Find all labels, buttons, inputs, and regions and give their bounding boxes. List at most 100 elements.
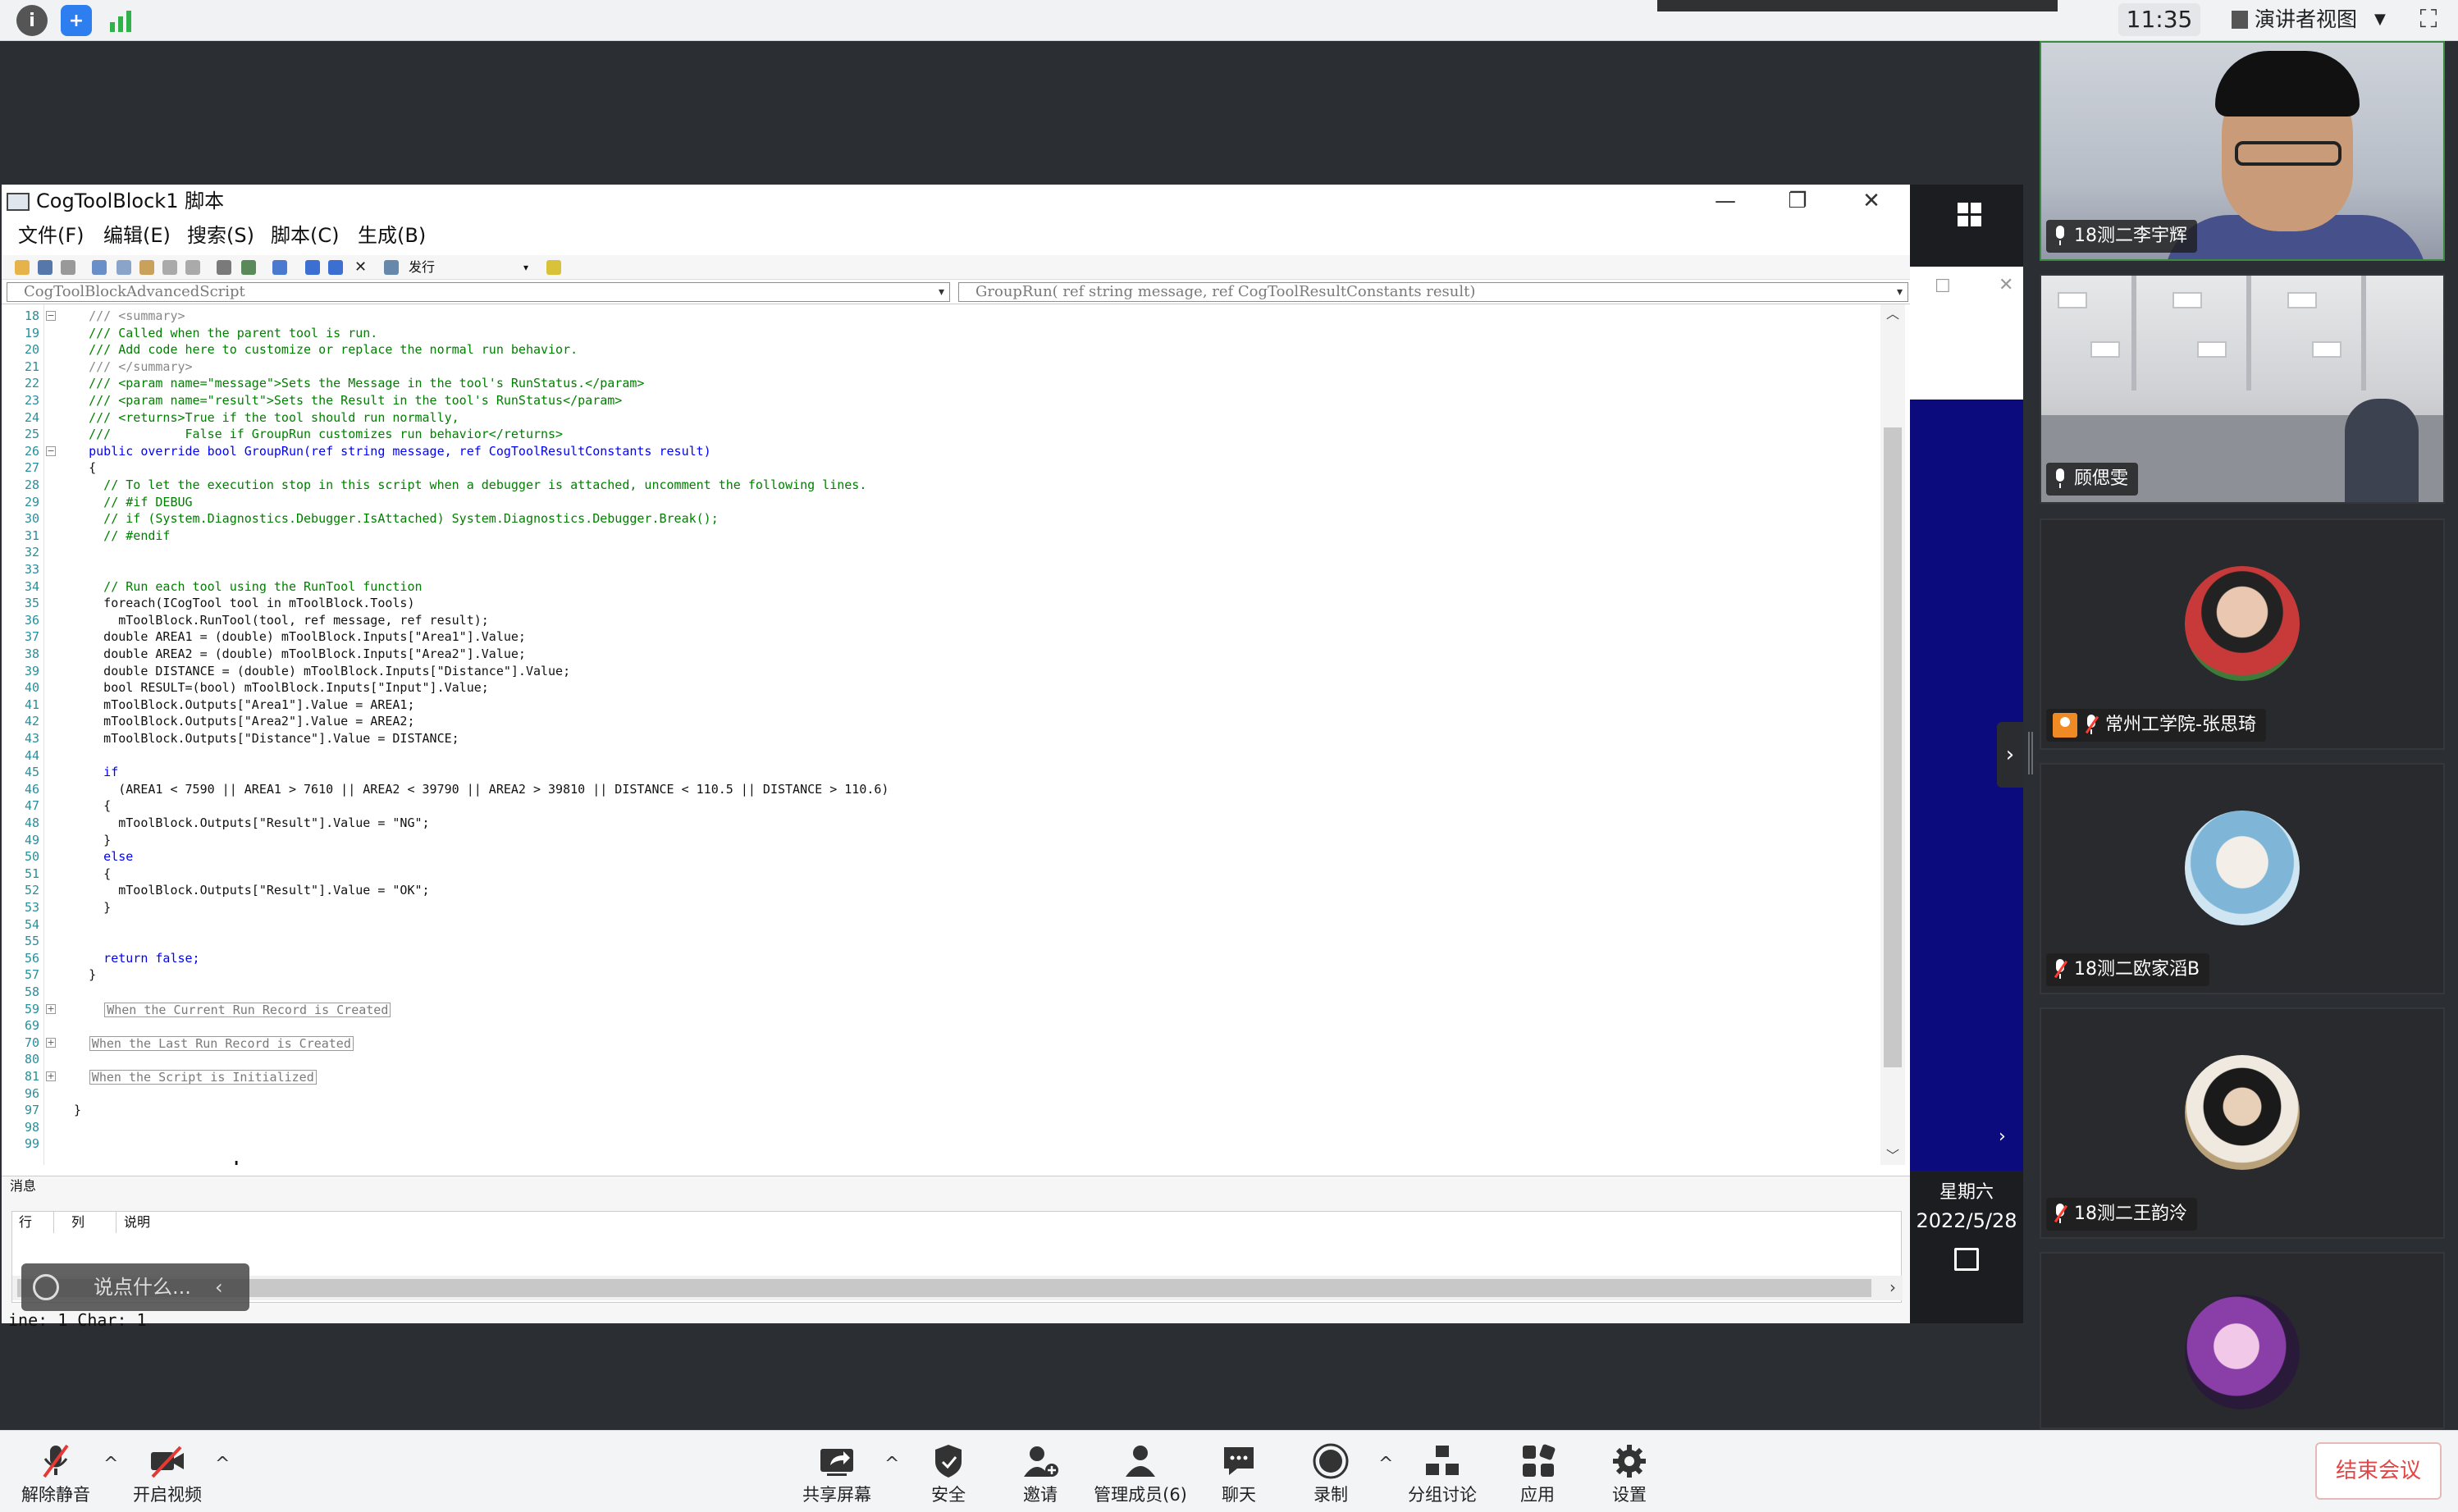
panel-resize-handle[interactable] xyxy=(2028,732,2033,774)
code-line: /// False if GroupRun customizes run beh… xyxy=(59,427,564,442)
mic-muted-icon xyxy=(2053,959,2068,980)
code-editor[interactable]: 18 19 20 21 22 23 24 25 26 27 28 29 30 31 32 33 34 35 36 37… xyxy=(2,304,1910,1165)
fold-toggle-icon[interactable]: + xyxy=(46,1037,56,1048)
build-icon[interactable] xyxy=(384,260,399,275)
vertical-scrollbar[interactable]: ︿ ﹀ xyxy=(1880,304,1905,1165)
record-icon xyxy=(1313,1443,1349,1479)
arrow-down-icon[interactable] xyxy=(328,260,343,275)
fold-toggle-icon[interactable]: − xyxy=(46,311,56,321)
menu-file[interactable]: 文件(F) xyxy=(18,219,85,252)
menu-edit[interactable]: 编辑(E) xyxy=(103,219,171,252)
fold-toggle-icon[interactable]: + xyxy=(46,1003,56,1014)
settings-button[interactable]: 设置 xyxy=(1588,1431,1670,1512)
col-description-header[interactable]: 说明 xyxy=(124,1213,150,1231)
settings-label: 设置 xyxy=(1612,1485,1647,1505)
find-icon[interactable] xyxy=(217,260,231,275)
participant-tile[interactable]: 18测二王韵泠 xyxy=(2040,1007,2445,1239)
scroll-right-icon[interactable]: › xyxy=(1889,1277,1896,1297)
chat-quick-input[interactable]: 说点什么... ‹ xyxy=(21,1263,249,1311)
chat-label: 聊天 xyxy=(1222,1485,1256,1505)
line-number: 34 xyxy=(24,578,39,594)
participants-button[interactable]: 管理成员(6) xyxy=(1091,1431,1190,1512)
open-icon[interactable] xyxy=(15,260,30,275)
scroll-up-icon[interactable]: ︿ xyxy=(1880,304,1905,324)
collapsed-region[interactable]: When the Last Run Record is Created xyxy=(89,1035,354,1051)
shield-icon[interactable]: + xyxy=(61,5,92,36)
undo-icon[interactable] xyxy=(162,260,177,275)
collapse-gallery-button[interactable]: › xyxy=(1997,722,2023,788)
close-icon: ✕ xyxy=(1999,275,2014,295)
member-combo[interactable]: GroupRun( ref string message, ref CogToo… xyxy=(958,282,1908,302)
code-line: /// <returns>True if the tool should run… xyxy=(59,409,459,425)
col-line-header[interactable]: 行 xyxy=(19,1213,32,1231)
messages-tab[interactable]: 消息 xyxy=(10,1176,36,1196)
scroll-down-icon[interactable]: ﹀ xyxy=(1880,1146,1905,1165)
line-number: 36 xyxy=(24,612,39,628)
start-video-label: 开启视频 xyxy=(133,1485,202,1505)
breakout-rooms-label: 分组讨论 xyxy=(1408,1485,1477,1505)
menu-script[interactable]: 脚本(C) xyxy=(271,219,339,252)
video-options-caret[interactable]: ^ xyxy=(215,1454,230,1474)
line-number: 27 xyxy=(24,460,39,476)
record-options-caret[interactable]: ^ xyxy=(1378,1454,1393,1474)
delete-icon[interactable]: ✕ xyxy=(354,260,369,275)
view-selector[interactable]: 演讲者视图 ▼ xyxy=(2223,3,2396,36)
help-icon[interactable] xyxy=(546,260,561,275)
restore-button[interactable]: ❐ xyxy=(1761,185,1834,217)
arrow-up-icon[interactable] xyxy=(305,260,320,275)
close-button[interactable]: ✕ xyxy=(1834,185,1908,217)
record-button[interactable]: 录制 xyxy=(1290,1431,1372,1512)
build-config-select[interactable]: 发行 ▾ xyxy=(409,258,532,277)
security-button[interactable]: 安全 xyxy=(907,1431,989,1512)
fullscreen-icon[interactable]: ⛶ xyxy=(2412,3,2445,36)
participant-tile[interactable]: 常州工学院-张思琦 xyxy=(2040,518,2445,750)
replace-icon[interactable] xyxy=(241,260,256,275)
unmute-button[interactable]: 解除静音 xyxy=(15,1431,97,1512)
paste-icon[interactable] xyxy=(139,260,154,275)
audio-options-caret[interactable]: ^ xyxy=(103,1454,118,1474)
copy-icon[interactable] xyxy=(117,260,131,275)
participant-tile[interactable]: 顾偲雯 xyxy=(2040,274,2445,504)
horizontal-scrollbar[interactable]: › xyxy=(12,1276,1903,1300)
end-meeting-button[interactable]: 结束会议 xyxy=(2315,1442,2442,1500)
fold-toggle-icon[interactable]: + xyxy=(46,1071,56,1081)
collapse-icon[interactable]: ‹ xyxy=(215,1263,223,1311)
breakout-rooms-button[interactable]: 分组讨论 xyxy=(1401,1431,1483,1512)
class-combo[interactable]: CogToolBlockAdvancedScript ▾ xyxy=(7,282,950,302)
signal-bars-icon[interactable] xyxy=(105,5,136,36)
redo-icon[interactable] xyxy=(185,260,200,275)
minimize-button[interactable]: — xyxy=(1688,185,1762,217)
participant-name: 18测二李宇辉 xyxy=(2074,226,2187,246)
line-number: 41 xyxy=(24,697,39,712)
print-icon[interactable] xyxy=(61,260,75,275)
save-icon[interactable] xyxy=(38,260,53,275)
participant-tile[interactable]: 18测二欧家滔B xyxy=(2040,763,2445,994)
code-line: double AREA1 = (double) mToolBlock.Input… xyxy=(59,629,526,645)
collapsed-region[interactable]: When the Current Run Record is Created xyxy=(104,1002,391,1017)
menu-search[interactable]: 搜索(S) xyxy=(187,219,254,252)
participant-tile[interactable]: 18测二李宇辉 xyxy=(2040,41,2445,261)
menu-bar: 文件(F) 编辑(E) 搜索(S) 脚本(C) 生成(B) xyxy=(2,219,1910,252)
chat-button[interactable]: 聊天 xyxy=(1198,1431,1280,1512)
navigation-combos: CogToolBlockAdvancedScript ▾ GroupRun( r… xyxy=(2,281,1910,302)
code-line: if xyxy=(59,765,119,780)
meeting-window: i + 11:35 演讲者视图 ▼ ⛶ CogToolBlock1 脚本 — ❐… xyxy=(0,0,2458,1512)
share-options-caret[interactable]: ^ xyxy=(884,1454,899,1474)
scrollbar-thumb[interactable] xyxy=(17,1279,1871,1297)
collapsed-region[interactable]: When the Script is Initialized xyxy=(89,1070,317,1085)
emoji-icon[interactable] xyxy=(33,1274,59,1300)
menu-build[interactable]: 生成(B) xyxy=(358,219,426,252)
scrollbar-thumb[interactable] xyxy=(1884,427,1902,1067)
add-reference-icon[interactable] xyxy=(272,260,287,275)
apps-button[interactable]: 应用 xyxy=(1496,1431,1579,1512)
line-number: 47 xyxy=(24,798,39,814)
info-icon[interactable]: i xyxy=(16,5,48,36)
col-column-header[interactable]: 列 xyxy=(71,1213,85,1231)
fold-toggle-icon[interactable]: − xyxy=(46,445,56,456)
line-number: 99 xyxy=(24,1136,39,1152)
invite-button[interactable]: 邀请 xyxy=(999,1431,1081,1512)
start-video-button[interactable]: 开启视频 xyxy=(126,1431,208,1512)
participant-tile[interactable] xyxy=(2040,1252,2445,1429)
cut-icon[interactable] xyxy=(92,260,107,275)
share-screen-button[interactable]: 共享屏幕 xyxy=(796,1431,878,1512)
